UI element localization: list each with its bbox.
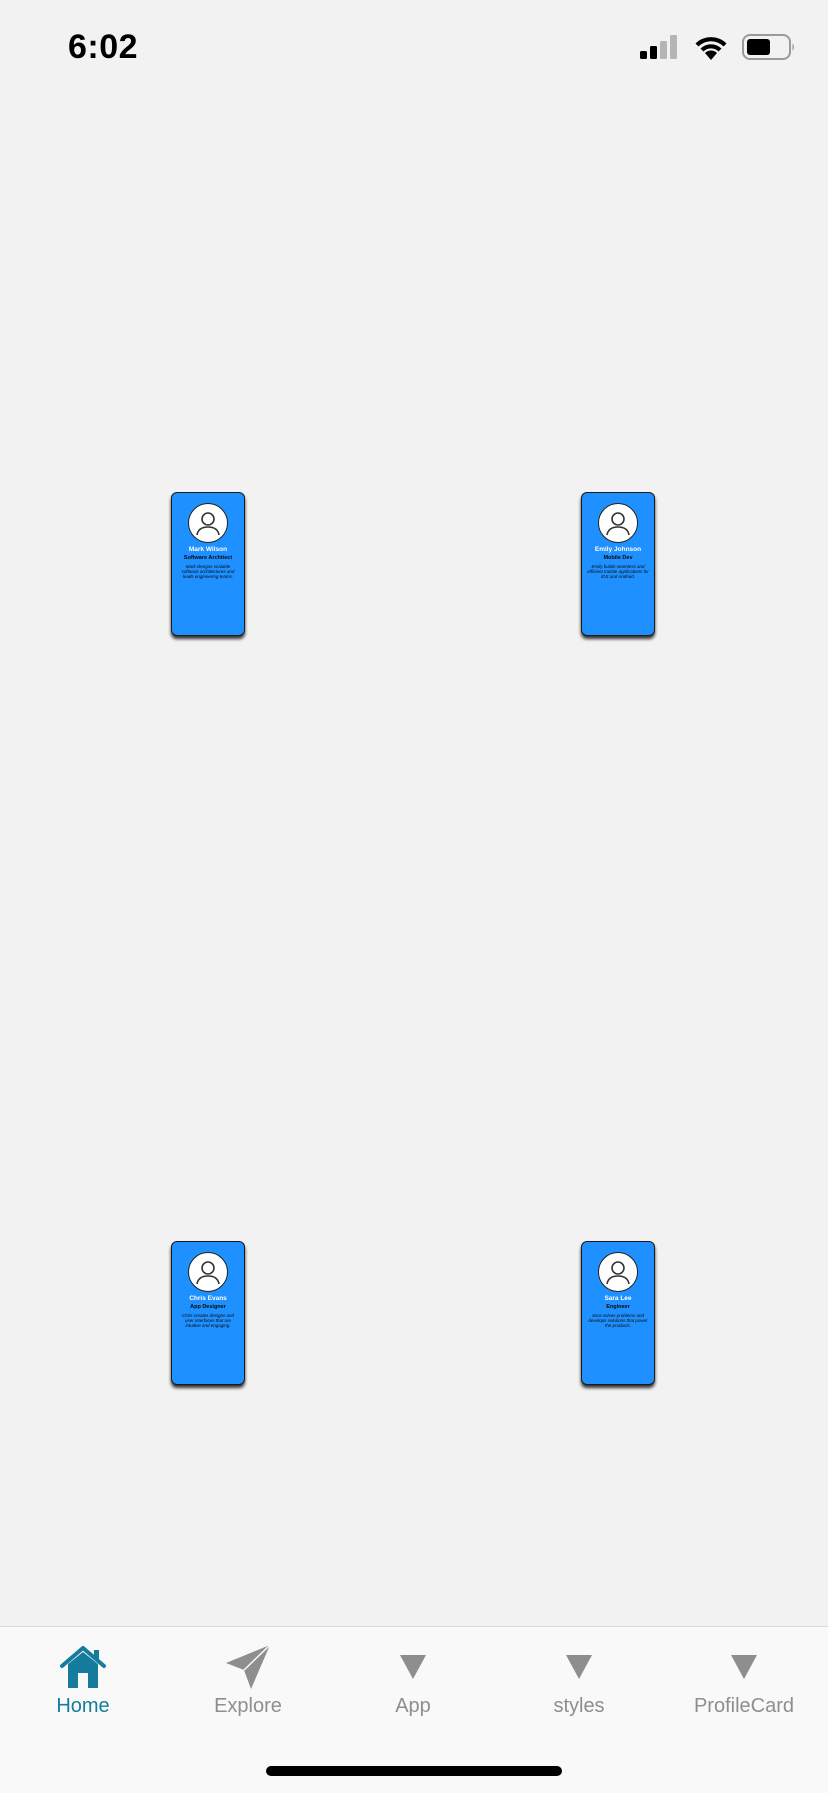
tab-home[interactable]: Home (0, 1627, 166, 1737)
triangle-down-icon (398, 1643, 428, 1691)
card-title: App Designer (190, 1304, 226, 1310)
triangle-down-icon (564, 1643, 594, 1691)
tab-label: Explore (214, 1695, 282, 1717)
status-time: 6:02 (68, 28, 139, 66)
profile-card[interactable]: Chris Evans App Designer Chris creates d… (171, 1241, 245, 1385)
wifi-icon (695, 37, 727, 60)
profile-card[interactable]: Mark Wilson Software Architect Mark desi… (171, 492, 245, 636)
tab-explore[interactable]: Explore (165, 1627, 331, 1737)
paper-plane-icon (224, 1643, 272, 1691)
profile-card[interactable]: Emily Johnson Mobile Dev Emily builds se… (581, 492, 655, 636)
card-name: Emily Johnson (594, 546, 642, 553)
cellular-signal-icon (640, 35, 677, 59)
avatar-icon (598, 1252, 638, 1292)
status-indicators (640, 34, 796, 60)
avatar-icon (598, 503, 638, 543)
tab-app[interactable]: App (330, 1627, 496, 1737)
card-title: Mobile Dev (603, 555, 633, 561)
avatar-icon (188, 503, 228, 543)
avatar-icon (188, 1252, 228, 1292)
profile-card[interactable]: Sara Lee Engineer Sara solves problems a… (581, 1241, 655, 1385)
card-title: Software Architect (183, 555, 233, 561)
card-name: Sara Lee (604, 1295, 632, 1302)
triangle-down-icon (729, 1643, 759, 1691)
tab-label: App (395, 1695, 431, 1717)
card-description: Sara solves problems and develops soluti… (588, 1313, 648, 1328)
tab-label: ProfileCard (693, 1695, 795, 1717)
card-name: Chris Evans (189, 1295, 227, 1302)
card-name: Mark Wilson (188, 546, 228, 553)
battery-icon (742, 34, 794, 60)
card-description: Emily builds seamless and efficient mobi… (587, 564, 649, 579)
card-description: Chris creates designs and user interface… (181, 1313, 235, 1328)
card-title: Engineer (606, 1304, 630, 1310)
home-indicator[interactable] (266, 1766, 562, 1776)
status-bar: 6:02 (0, 0, 828, 100)
tab-label: Home (56, 1695, 110, 1717)
home-icon (59, 1643, 107, 1691)
tab-label: styles (553, 1695, 605, 1717)
card-description: Mark designs scalable software architect… (181, 564, 235, 579)
tab-profilecard[interactable]: ProfileCard (661, 1627, 827, 1737)
tab-styles[interactable]: styles (496, 1627, 662, 1737)
